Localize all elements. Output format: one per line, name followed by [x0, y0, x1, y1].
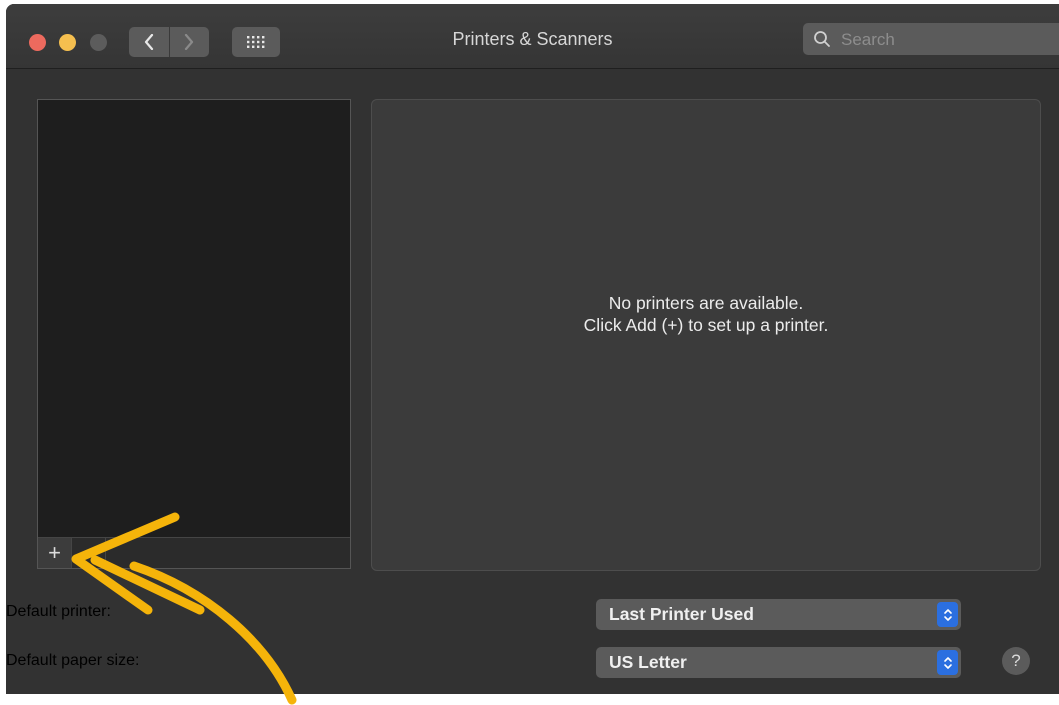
- updown-chevron-icon: [937, 650, 958, 675]
- search-icon: [814, 31, 830, 47]
- default-printer-label: Default printer:: [6, 603, 111, 620]
- default-printer-popup[interactable]: Last Printer Used: [596, 599, 961, 630]
- remove-printer-button[interactable]: −: [72, 538, 106, 568]
- printer-list-toolbar: + −: [38, 537, 350, 568]
- default-paper-popup[interactable]: US Letter: [596, 647, 961, 678]
- search-input[interactable]: [839, 27, 1043, 53]
- default-paper-label: Default paper size:: [6, 652, 140, 669]
- updown-chevron-icon: [937, 602, 958, 627]
- empty-state-line-1: No printers are available.: [608, 293, 804, 313]
- default-paper-value: US Letter: [609, 652, 687, 672]
- search-field[interactable]: [803, 23, 1059, 55]
- add-printer-button[interactable]: +: [38, 538, 72, 568]
- help-button[interactable]: ?: [1002, 647, 1030, 675]
- default-printer-value: Last Printer Used: [609, 604, 754, 624]
- default-paper-row: Default paper size:: [6, 652, 582, 676]
- empty-state-line-2: Click Add (+) to set up a printer.: [583, 315, 829, 335]
- title-bar: Printers & Scanners: [6, 4, 1059, 69]
- preferences-window: Printers & Scanners + − No printers are …: [6, 4, 1059, 694]
- printer-detail-panel: No printers are available. Click Add (+)…: [371, 99, 1041, 571]
- default-printer-row: Default printer:: [6, 603, 582, 627]
- empty-state-message: No printers are available. Click Add (+)…: [372, 292, 1040, 336]
- printer-list[interactable]: + −: [37, 99, 351, 569]
